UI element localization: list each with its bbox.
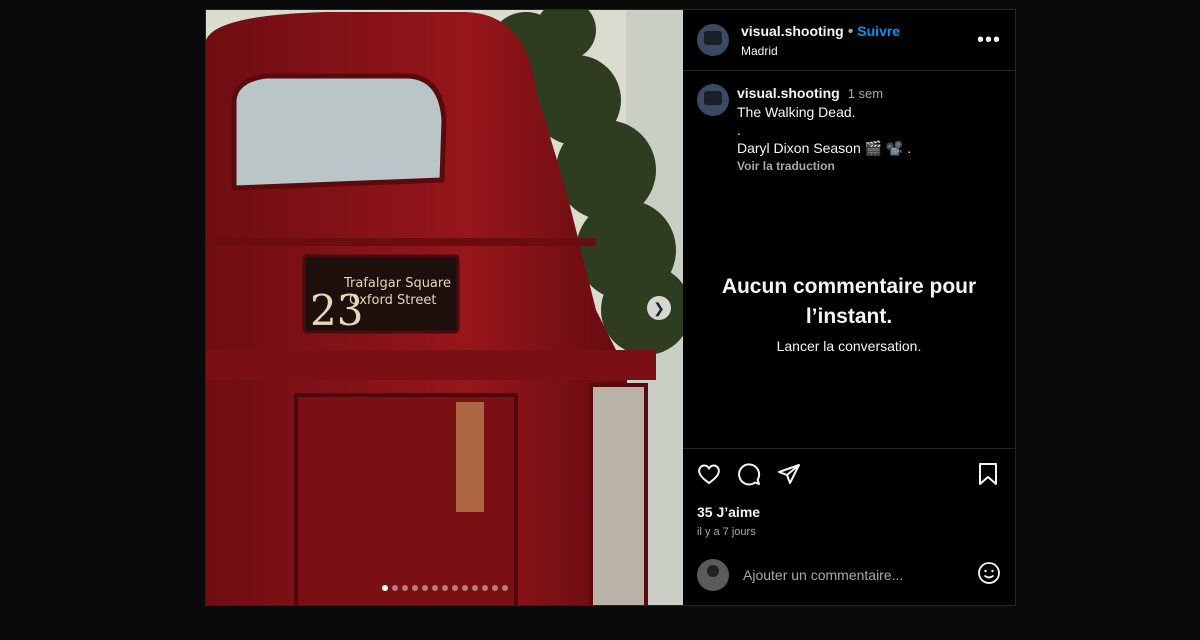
comment-box [683,545,1015,605]
separator: • [847,22,854,40]
slide-dot [501,585,508,591]
comment-icon[interactable] [737,462,761,491]
empty-comments-subtitle: Lancer la conversation. [776,338,922,354]
slide-dot [421,585,428,591]
slide-dot [481,585,488,591]
action-bar: 35 J’aime il y a 7 jours [683,448,1015,538]
emoji-icon[interactable] [977,561,1001,590]
caption-line: Daryl Dixon Season 🎬 📽️ . [737,140,912,156]
comment-input[interactable] [741,566,977,584]
heart-icon[interactable] [697,462,721,491]
share-icon[interactable] [777,462,801,491]
bus-destination-line2: Oxford Street [349,293,436,308]
post-header: visual.shooting • Suivre Madrid ••• [683,10,1015,71]
current-user-avatar [697,559,729,591]
more-icon[interactable]: ••• [977,29,1001,52]
slide-dot [451,585,458,591]
post-side-panel: visual.shooting • Suivre Madrid ••• visual… [683,10,1015,605]
username-link[interactable]: visual.shooting [741,23,844,39]
empty-comments: Aucun commentaire pour l’instant. Lancer… [683,272,1015,354]
follow-button[interactable]: Suivre [857,23,900,39]
slide-indicator [206,585,683,591]
bus-destination-line1: Trafalgar Square [343,276,451,291]
slide-dot [471,585,478,591]
caption-line: The Walking Dead. [737,104,856,120]
slide-dot [491,585,498,591]
empty-comments-title: Aucun commentaire pour l’instant. [721,275,977,328]
caption: visual.shooting 1 sem The Walking Dead. .… [683,71,1015,175]
avatar[interactable] [697,24,729,56]
bus-photo: 23 Trafalgar Square Oxford Street [206,10,683,605]
likes-count[interactable]: 35 J’aime [697,504,1001,520]
slide-dot [431,585,438,591]
caption-avatar[interactable] [697,84,729,116]
slide-dot [391,585,398,591]
slide-dot [401,585,408,591]
caption-username[interactable]: visual.shooting [737,85,840,101]
post-media[interactable]: 23 Trafalgar Square Oxford Street [206,10,683,605]
slide-dot [441,585,448,591]
slide-dot [411,585,418,591]
post-timestamp[interactable]: il y a 7 jours [697,526,1001,538]
bookmark-icon[interactable] [977,462,999,491]
slide-dot [461,585,468,591]
caption-line: . [737,122,741,138]
translate-link[interactable]: Voir la traduction [737,157,911,175]
post-modal: 23 Trafalgar Square Oxford Street visual… [205,9,1016,606]
caption-time[interactable]: 1 sem [848,86,883,101]
location-link[interactable]: Madrid [741,44,977,58]
chevron-right-icon[interactable]: ❯ [647,296,671,320]
slide-dot [381,585,388,591]
